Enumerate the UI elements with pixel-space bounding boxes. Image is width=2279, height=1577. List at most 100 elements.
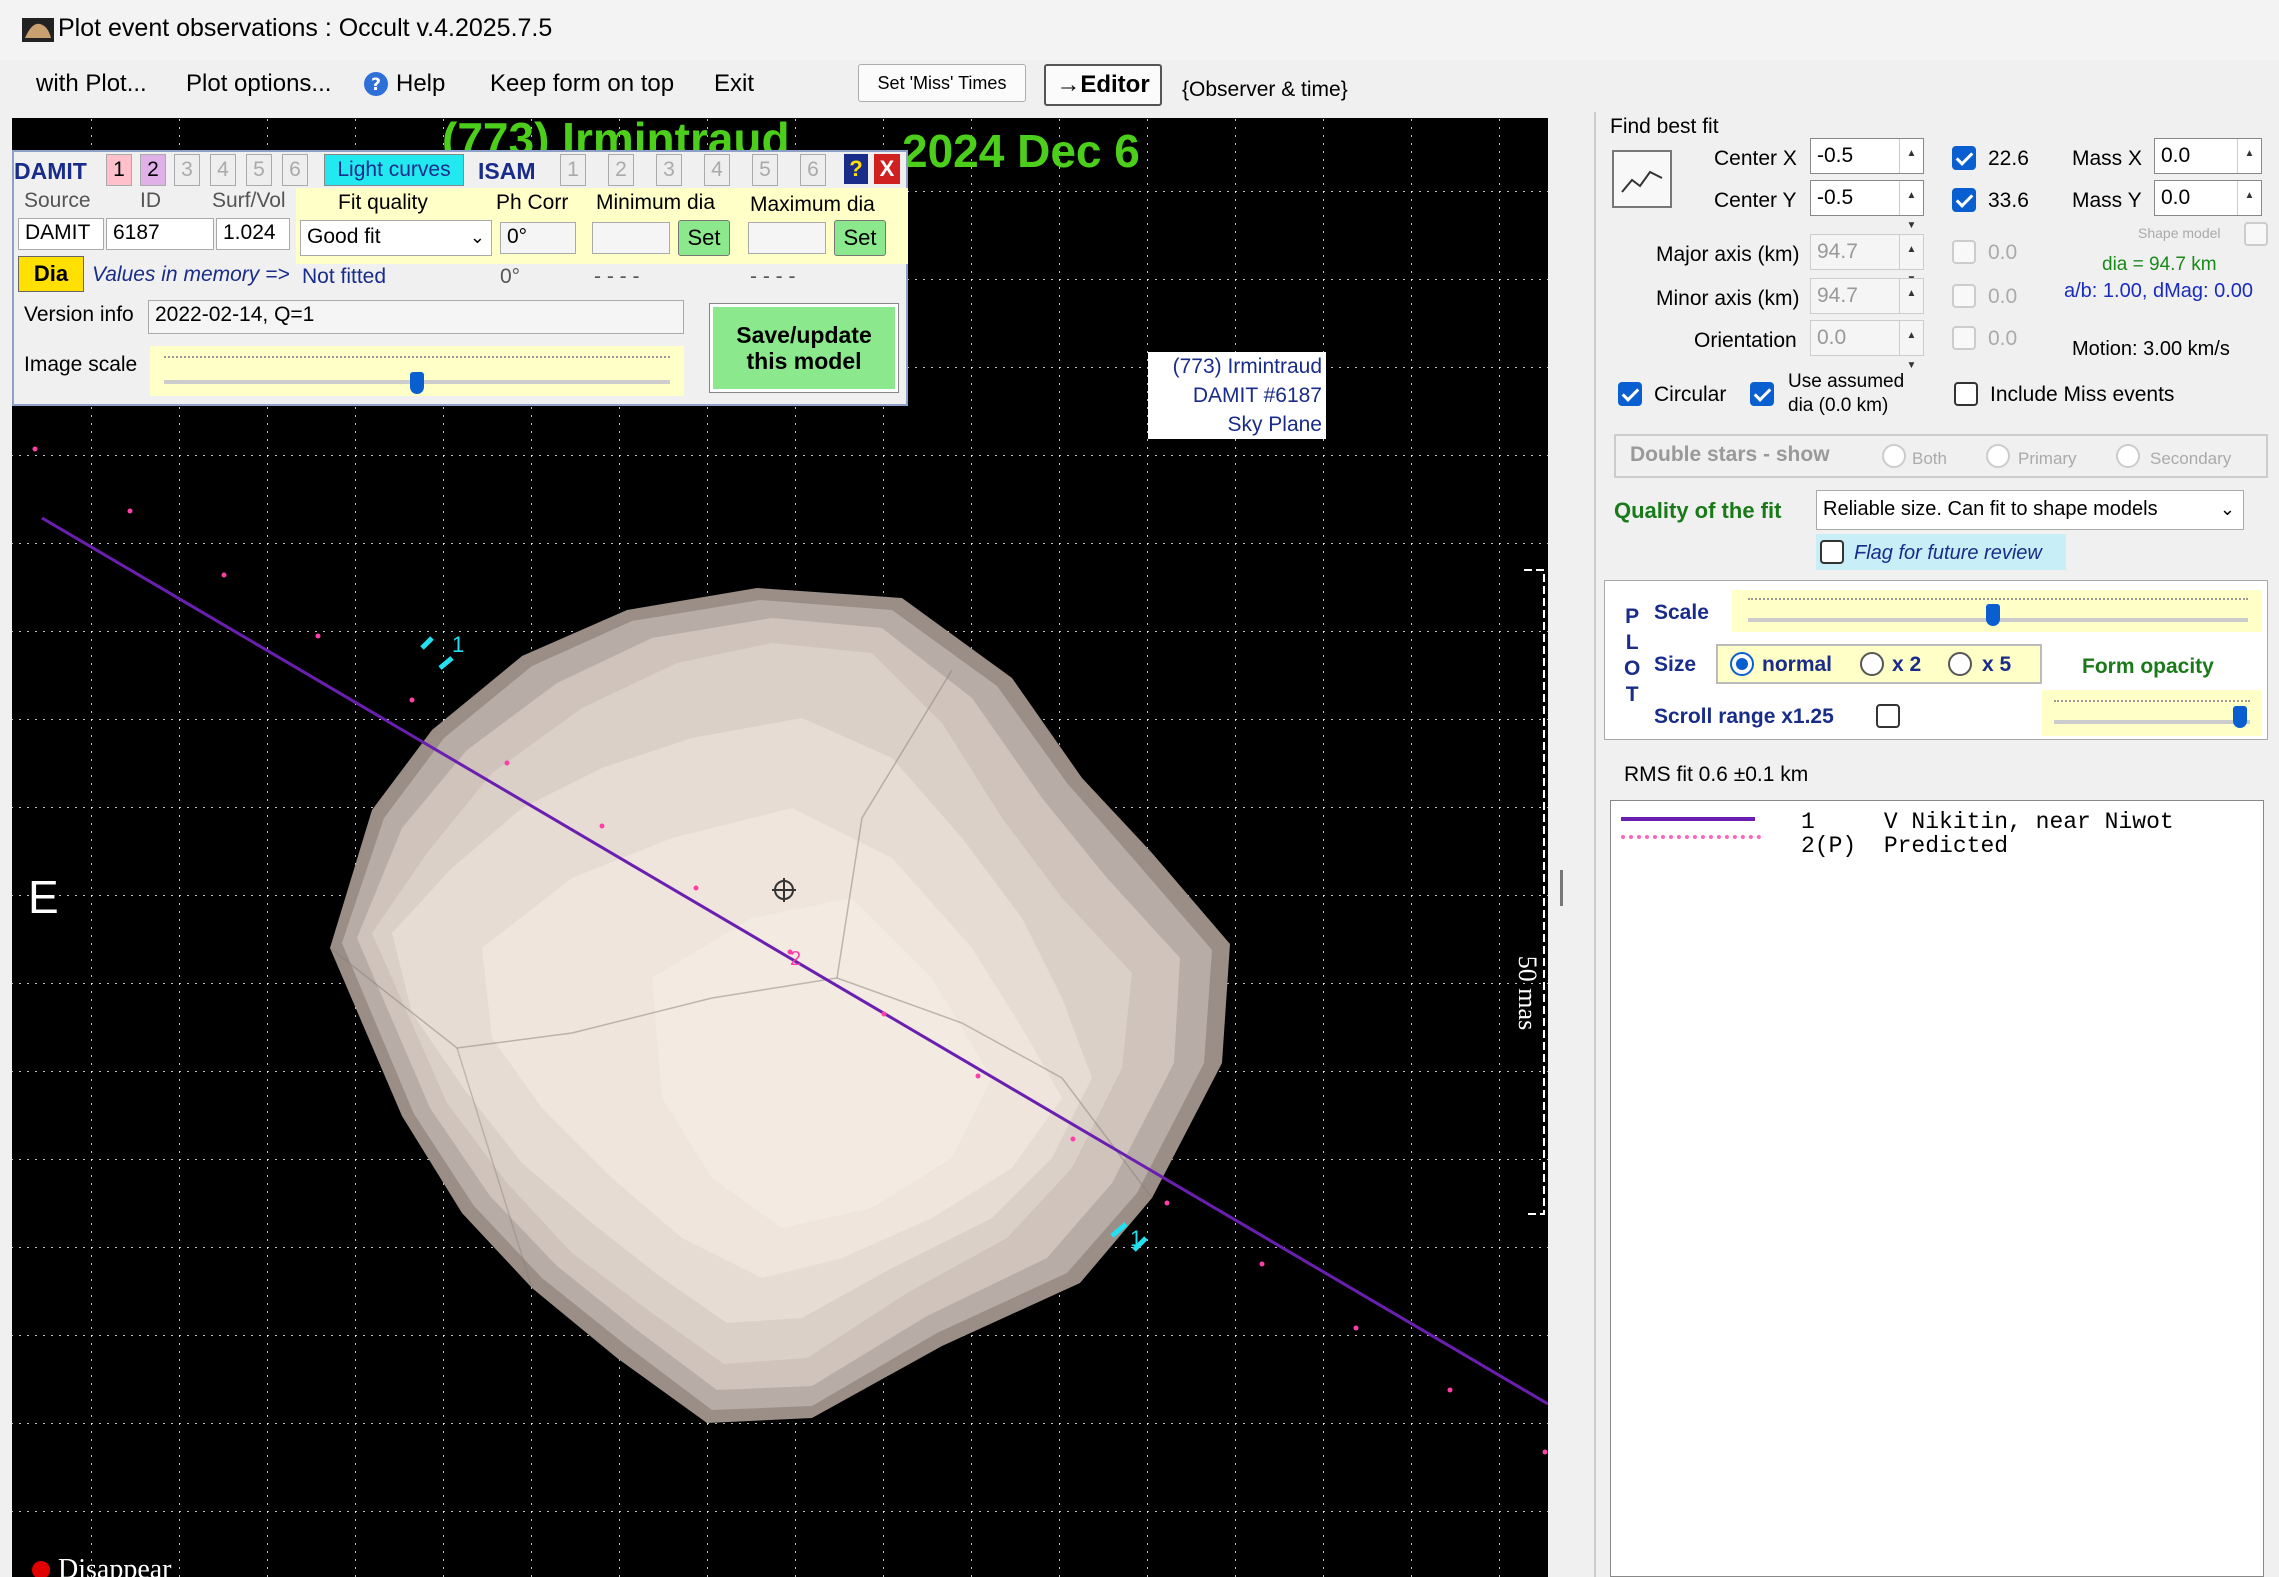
shape-model-label: Shape model: [2138, 225, 2221, 241]
legend-row-1[interactable]: 1 V Nikitin, near Niwot: [1801, 809, 2174, 835]
isam-model-1[interactable]: 1: [560, 154, 586, 186]
menu-keep-on-top[interactable]: Keep form on top: [490, 68, 674, 100]
scroll-range-checkbox[interactable]: [1876, 704, 1900, 728]
minor-axis-input[interactable]: 94.7▲▼: [1810, 278, 1924, 329]
max-dia-field[interactable]: [748, 222, 826, 254]
fit-x-checkbox[interactable]: [1952, 146, 1976, 170]
damit-model-1[interactable]: 1: [106, 154, 132, 186]
dia-button[interactable]: Dia: [18, 256, 84, 292]
use-assumed-checkbox[interactable]: [1750, 382, 1774, 406]
menu-exit[interactable]: Exit: [714, 68, 754, 100]
major-axis-input[interactable]: 94.7▲▼: [1810, 234, 1924, 285]
flag-review-checkbox[interactable]: [1820, 540, 1844, 564]
size-x5-label: x 5: [1982, 653, 2012, 676]
fit-graph-icon: [1621, 170, 1663, 193]
major-axis-label: Major axis (km): [1656, 243, 1800, 266]
fit-minor-checkbox[interactable]: [1952, 284, 1976, 308]
both-radio[interactable]: [1882, 444, 1906, 468]
menu-plot-options[interactable]: Plot options...: [186, 68, 331, 100]
plot-scale-thumb[interactable]: [1986, 604, 2000, 626]
id-field[interactable]: 6187: [106, 218, 214, 250]
damit-model-3[interactable]: 3: [174, 154, 200, 186]
panel-divider: [1594, 112, 1596, 1577]
mass-x-input[interactable]: 0.0▲▼: [2154, 138, 2262, 189]
overlay-close-button[interactable]: X: [874, 154, 900, 184]
form-opacity-thumb[interactable]: [2233, 706, 2248, 728]
isam-model-2[interactable]: 2: [608, 154, 634, 186]
legend-disappear: Disappear: [32, 1554, 172, 1577]
damit-model-2[interactable]: 2: [140, 154, 166, 186]
observer-time-label[interactable]: {Observer & time}: [1182, 74, 1348, 106]
fit-minor-value: 0.0: [1988, 285, 2018, 308]
menu-with-plot[interactable]: with Plot...: [36, 68, 147, 100]
both-label: Both: [1912, 449, 1947, 468]
light-curves-button[interactable]: Light curves: [324, 154, 464, 186]
plot-scale-ticks: [1748, 598, 2248, 602]
image-scale-slider[interactable]: [150, 346, 684, 396]
fit-x-value: 22.6: [1988, 147, 2029, 170]
isam-model-6[interactable]: 6: [800, 154, 826, 186]
isam-model-5[interactable]: 5: [752, 154, 778, 186]
fit-orientation-checkbox[interactable]: [1952, 326, 1976, 350]
fit-y-checkbox[interactable]: [1952, 188, 1976, 212]
circular-checkbox[interactable]: [1618, 382, 1642, 406]
overlay-help-button[interactable]: ?: [844, 154, 868, 184]
mass-y-input[interactable]: 0.0▲▼: [2154, 180, 2262, 231]
find-best-fit-button[interactable]: [1612, 150, 1672, 208]
center-x-input[interactable]: -0.5▲▼: [1810, 138, 1924, 189]
quality-label: Quality of the fit: [1614, 498, 1782, 523]
window-title: Plot event observations : Occult v.4.202…: [58, 14, 553, 42]
surf-vol-field[interactable]: 1.024: [216, 218, 290, 250]
editor-button[interactable]: →Editor: [1044, 64, 1162, 106]
damit-model-5[interactable]: 5: [246, 154, 272, 186]
save-update-model-button[interactable]: Save/update this model: [709, 303, 899, 393]
isam-model-4[interactable]: 4: [704, 154, 730, 186]
object-label-box: (773) Irmintraud DAMIT #6187 Sky Plane: [1148, 352, 1326, 439]
size-normal-radio[interactable]: [1730, 652, 1754, 676]
size-x2-label: x 2: [1892, 653, 1922, 676]
set-miss-times-button[interactable]: Set 'Miss' Times: [858, 64, 1026, 102]
isam-model-3[interactable]: 3: [656, 154, 682, 186]
surf-vol-header: Surf/Vol: [212, 189, 286, 212]
double-stars-label: Double stars - show: [1630, 443, 1830, 466]
splitter-handle[interactable]: [1560, 870, 1563, 906]
scale-label: Scale: [1654, 601, 1709, 624]
center-x-label: Center X: [1714, 147, 1797, 170]
version-info-field[interactable]: 2022-02-14, Q=1: [148, 300, 684, 334]
title-bar: Plot event observations : Occult v.4.202…: [0, 0, 2279, 60]
set-min-dia-button[interactable]: Set: [678, 220, 730, 256]
source-header: Source: [24, 189, 91, 212]
menu-help-label: Help: [396, 70, 446, 97]
fit-major-checkbox[interactable]: [1952, 240, 1976, 264]
form-opacity-slider[interactable]: [2042, 690, 2262, 736]
min-dia-field[interactable]: [592, 222, 670, 254]
size-x2-radio[interactable]: [1860, 652, 1884, 676]
damit-model-6[interactable]: 6: [282, 154, 308, 186]
id-header: ID: [140, 189, 161, 212]
set-max-dia-button[interactable]: Set: [834, 220, 886, 256]
plot-scale-slider[interactable]: [1732, 590, 2262, 632]
secondary-label: Secondary: [2150, 449, 2232, 468]
secondary-radio[interactable]: [2116, 444, 2140, 468]
help-icon: ?: [364, 72, 388, 96]
scale-label: 50 mas: [1513, 955, 1543, 1031]
orientation-input[interactable]: 0.0 ▲ ▼: [1810, 320, 1924, 371]
ph-corr-field[interactable]: 0°: [500, 222, 576, 254]
image-scale-thumb[interactable]: [410, 372, 424, 394]
menu-help[interactable]: ? Help: [362, 68, 445, 100]
minor-axis-label: Minor axis (km): [1656, 287, 1800, 310]
damit-model-4[interactable]: 4: [210, 154, 236, 186]
include-miss-checkbox[interactable]: [1954, 382, 1978, 406]
size-normal-label: normal: [1762, 653, 1833, 676]
shape-model-checkbox[interactable]: [2244, 222, 2268, 246]
predicted-label: 2: [790, 948, 802, 970]
chord-label-end: 1: [1130, 1226, 1143, 1251]
shape-model-panel: DAMIT 1 2 3 4 5 6 Light curves ISAM 1 2 …: [12, 150, 908, 406]
source-field[interactable]: DAMIT: [18, 218, 104, 250]
primary-radio[interactable]: [1986, 444, 2010, 468]
center-y-input[interactable]: -0.5 ▲ ▼: [1810, 180, 1924, 231]
legend-row-2[interactable]: 2(P) Predicted: [1801, 833, 2008, 859]
quality-select[interactable]: Reliable size. Can fit to shape models ⌄: [1816, 490, 2244, 530]
size-x5-radio[interactable]: [1948, 652, 1972, 676]
fit-quality-select[interactable]: Good fit ⌄: [300, 220, 492, 256]
